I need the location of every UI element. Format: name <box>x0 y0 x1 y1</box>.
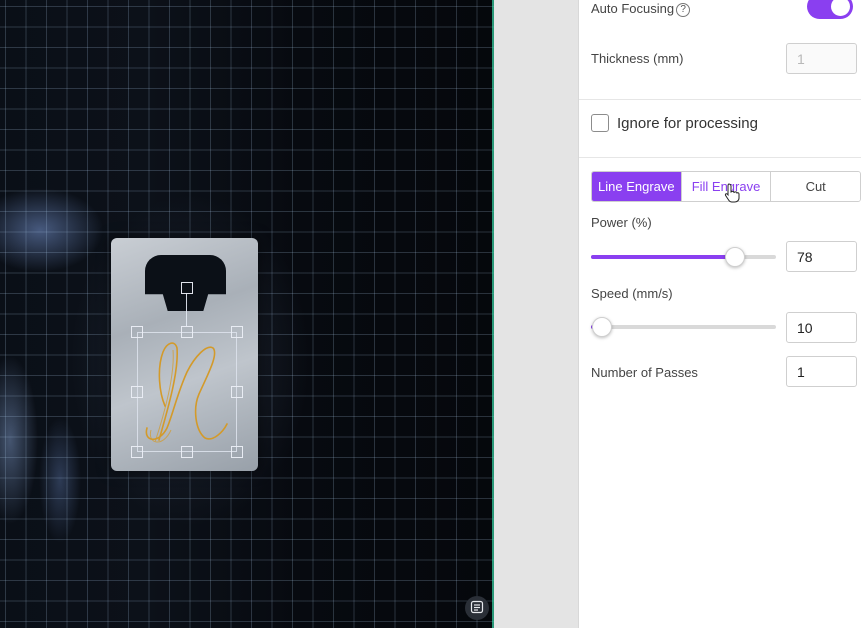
mode-line-engrave-button[interactable]: Line Engrave <box>592 172 681 201</box>
divider <box>579 99 861 100</box>
power-slider[interactable] <box>591 247 776 267</box>
speed-row: Speed (mm/s) <box>591 285 857 301</box>
speed-slider-thumb[interactable] <box>592 317 612 337</box>
auto-focusing-label: Auto Focusing <box>591 1 675 16</box>
mode-cut-button[interactable]: Cut <box>770 172 860 201</box>
passes-input[interactable] <box>786 356 857 387</box>
hand-pointer-icon <box>724 183 740 203</box>
speed-slider[interactable] <box>591 317 776 337</box>
power-label: Power (%) <box>591 215 652 230</box>
panel-gutter <box>494 0 578 628</box>
passes-label: Number of Passes <box>591 365 698 380</box>
resize-handle-top[interactable] <box>181 326 193 338</box>
divider <box>579 157 861 158</box>
frame-view-button[interactable] <box>465 596 489 620</box>
thickness-label: Thickness (mm) <box>591 51 684 66</box>
power-slider-thumb[interactable] <box>725 247 745 267</box>
rotate-connector <box>186 293 187 326</box>
toggle-knob <box>831 0 850 16</box>
resize-handle-bottom-right[interactable] <box>231 446 243 458</box>
resize-handle-bottom-left[interactable] <box>131 446 143 458</box>
thickness-input[interactable] <box>786 43 857 74</box>
speed-label: Speed (mm/s) <box>591 286 673 301</box>
ignore-checkbox[interactable] <box>591 114 609 132</box>
power-row: Power (%) <box>591 214 857 230</box>
auto-focusing-row: Auto Focusing? <box>591 0 857 19</box>
settings-panel: Auto Focusing? Thickness (mm) Ignore for… <box>578 0 861 628</box>
resize-handle-top-right[interactable] <box>231 326 243 338</box>
resize-handle-top-left[interactable] <box>131 326 143 338</box>
work-canvas[interactable] <box>0 0 494 628</box>
resize-handle-right[interactable] <box>231 386 243 398</box>
ignore-row: Ignore for processing <box>591 114 857 134</box>
power-input[interactable] <box>786 241 857 272</box>
frame-icon <box>470 600 484 614</box>
ignore-label: Ignore for processing <box>617 115 758 132</box>
rotate-handle[interactable] <box>181 282 193 294</box>
resize-handle-left[interactable] <box>131 386 143 398</box>
resize-handle-bottom[interactable] <box>181 446 193 458</box>
auto-focusing-toggle[interactable] <box>807 0 853 19</box>
selection-box[interactable] <box>137 332 237 452</box>
speed-input[interactable] <box>786 312 857 343</box>
power-slider-fill <box>591 255 735 259</box>
help-icon[interactable]: ? <box>676 3 691 17</box>
